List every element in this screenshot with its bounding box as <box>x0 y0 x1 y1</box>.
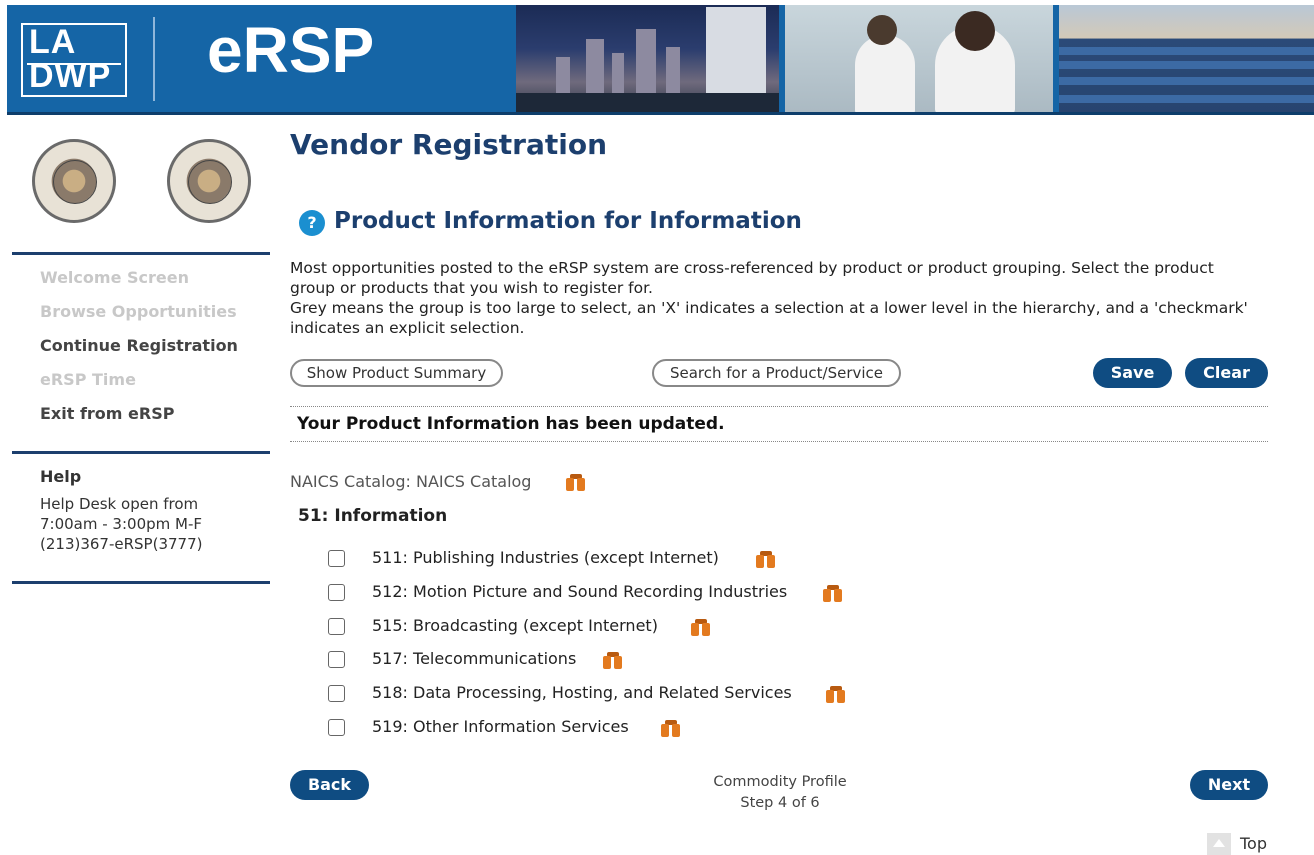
app-title: eRSP <box>207 14 375 86</box>
group-title: 51: Information <box>298 506 448 526</box>
ladwp-logo[interactable]: LA DWP <box>21 23 127 97</box>
section-title: Product Information for Information <box>334 208 802 234</box>
banner-underline <box>7 112 1314 115</box>
status-message: Your Product Information has been update… <box>297 414 725 434</box>
banner-divider <box>153 17 155 101</box>
nav-ersp-time[interactable]: eRSP Time <box>40 370 136 389</box>
item-label: 512: Motion Picture and Sound Recording … <box>372 582 788 601</box>
clear-button[interactable]: Clear <box>1185 358 1268 388</box>
help-title: Help <box>40 467 82 486</box>
item-checkbox[interactable] <box>328 719 345 736</box>
step-progress: Step 4 of 6 <box>740 795 820 811</box>
solar-photo <box>1059 5 1314 115</box>
item-label: 515: Broadcasting (except Internet) <box>372 616 658 635</box>
step-name: Commodity Profile <box>713 774 847 790</box>
divider <box>290 441 1268 442</box>
binoculars-icon[interactable] <box>755 550 777 568</box>
page-title: Vendor Registration <box>290 128 607 161</box>
lab-photo <box>785 5 1053 115</box>
nav-exit[interactable]: Exit from eRSP <box>40 404 174 423</box>
top-link-label: Top <box>1240 834 1267 853</box>
binoculars-icon[interactable] <box>660 719 682 737</box>
header-banner: LA DWP eRSP <box>7 5 1314 115</box>
sidebar-divider <box>12 252 270 255</box>
binoculars-icon[interactable] <box>822 584 844 602</box>
item-checkbox[interactable] <box>328 651 345 668</box>
binoculars-icon[interactable] <box>565 473 587 491</box>
help-icon[interactable]: ? <box>299 210 325 236</box>
dwp-seal <box>32 139 116 223</box>
help-desk-text: Help Desk open from 7:00am - 3:00pm M-F … <box>40 495 203 553</box>
nav-welcome-screen[interactable]: Welcome Screen <box>40 268 189 287</box>
intro-text: Most opportunities posted to the eRSP sy… <box>290 258 1250 338</box>
back-button[interactable]: Back <box>290 770 369 800</box>
item-label: 511: Publishing Industries (except Inter… <box>372 548 719 567</box>
show-product-summary-button[interactable]: Show Product Summary <box>290 359 503 387</box>
sidebar-divider <box>12 451 270 454</box>
nav-continue-registration[interactable]: Continue Registration <box>40 336 238 355</box>
city-photo <box>516 5 779 115</box>
next-button[interactable]: Next <box>1190 770 1268 800</box>
item-checkbox[interactable] <box>328 685 345 702</box>
intro-paragraph-1: Most opportunities posted to the eRSP sy… <box>290 259 1214 297</box>
search-product-button[interactable]: Search for a Product/Service <box>652 359 901 387</box>
arrow-up-icon <box>1207 833 1231 855</box>
binoculars-icon[interactable] <box>690 618 712 636</box>
intro-paragraph-2: Grey means the group is too large to sel… <box>290 299 1248 337</box>
save-button[interactable]: Save <box>1093 358 1172 388</box>
catalog-label: NAICS Catalog: NAICS Catalog <box>290 472 532 491</box>
sidebar-divider <box>12 581 270 584</box>
binoculars-icon[interactable] <box>602 651 624 669</box>
item-label: 518: Data Processing, Hosting, and Relat… <box>372 683 792 702</box>
item-checkbox[interactable] <box>328 618 345 635</box>
binoculars-icon[interactable] <box>825 685 847 703</box>
step-indicator: Commodity Profile Step 4 of 6 <box>700 772 860 814</box>
item-checkbox[interactable] <box>328 550 345 567</box>
city-seal <box>167 139 251 223</box>
item-label: 519: Other Information Services <box>372 717 629 736</box>
logo-text-dwp: DWP <box>29 57 112 95</box>
item-label: 517: Telecommunications <box>372 649 577 668</box>
nav-browse-opportunities[interactable]: Browse Opportunities <box>40 302 237 321</box>
item-checkbox[interactable] <box>328 584 345 601</box>
divider <box>290 406 1268 407</box>
